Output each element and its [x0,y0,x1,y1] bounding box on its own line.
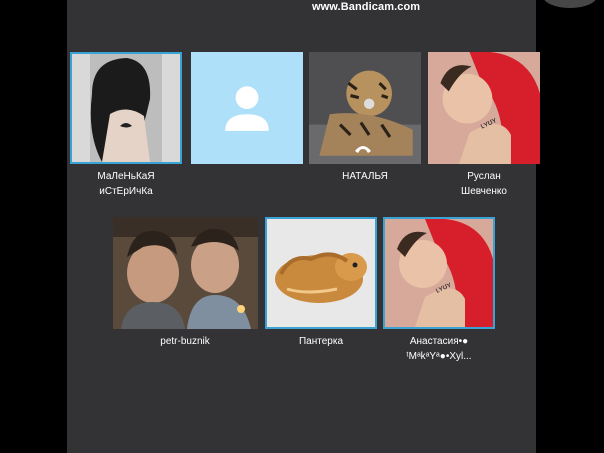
contact-tile-natalya[interactable] [309,52,421,164]
avatar [267,219,375,327]
contact-name: Анастасия•● ᵗMᵃkᵃYᵃ●•Xyl... [406,336,472,362]
skype-logo-icon [544,0,596,8]
phone-icon [355,146,371,153]
contact-tile-petr-buznik[interactable] [113,217,258,329]
contact-tile-anastasiya[interactable]: ʟʏʊʏ [383,217,495,329]
user-icon [225,86,269,131]
contact-name: petr-buznik [160,336,210,347]
avatar: ʟʏʊʏ [428,52,540,164]
contact-tile-malenkaya[interactable] [70,52,182,164]
contact-tile-ruslan[interactable]: ʟʏʊʏ [428,52,540,164]
contact-tile-unnamed[interactable] [191,52,303,164]
contact-grid: www.Bandicam.com МаЛеНьКаЯ иСтЕрИчКа НАТ… [67,0,596,453]
contact-name: МаЛеНьКаЯ иСтЕрИчКа [97,171,155,197]
contact-tile-panterka[interactable] [265,217,377,329]
contact-name: Пантерка [298,336,344,347]
contact-name: НАТАЛЬЯ [342,171,388,182]
contact-name: Руслан Шевченко [461,171,507,197]
avatar [113,217,258,329]
avatar [72,54,180,162]
avatar: ʟʏʊʏ [385,219,493,327]
recording-watermark: www.Bandicam.com [312,1,421,13]
